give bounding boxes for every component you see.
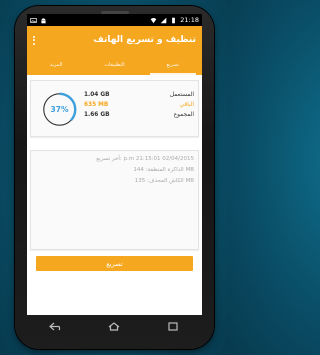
tab-bar: المزيد التطبيقات تسريع <box>27 54 202 75</box>
killed-memory-text: الكاش المحذف: 135 MB <box>134 178 194 184</box>
app-title: تنظيف و تسريع الهاتف <box>93 35 196 45</box>
tab-apps[interactable]: التطبيقات <box>85 54 143 75</box>
total-label: المجموع <box>173 112 194 118</box>
navigation-bar <box>27 316 202 336</box>
battery-icon <box>172 17 176 23</box>
signal-icon <box>160 17 167 23</box>
used-label: المستعمل <box>169 92 194 98</box>
stat-row-free: 635 MB الباقي <box>84 100 194 110</box>
tab-boost[interactable]: تسريع <box>144 54 202 75</box>
last-boost-text: أخر تسريع: p.m 21:15:01 02/04/2015 <box>96 156 194 162</box>
freed-memory-text: الذاكرة المنظفة: 144 MB <box>133 167 194 173</box>
back-icon[interactable] <box>49 322 63 331</box>
memory-percent: 37% <box>50 105 69 114</box>
total-value: 1.66 GB <box>84 112 110 118</box>
used-value: 1.04 GB <box>84 92 110 98</box>
status-time: 21:18 <box>180 16 199 24</box>
memory-stats: 1.04 GB المستعمل 635 MB الباقي 1.66 GB ا… <box>84 90 194 120</box>
phone-screen: 21:18 تنظيف و تسريع الهاتف المزيد التطبي… <box>27 14 202 315</box>
overflow-menu-icon[interactable] <box>33 35 35 45</box>
main-content: 37% 1.04 GB المستعمل 635 MB الباقي 1.66 … <box>27 80 202 271</box>
wifi-icon <box>150 17 157 23</box>
status-bar: 21:18 <box>27 14 202 26</box>
android-icon <box>41 17 46 23</box>
tab-more[interactable]: المزيد <box>27 54 85 75</box>
home-icon[interactable] <box>107 321 121 331</box>
free-value: 635 MB <box>84 102 109 108</box>
free-label: الباقي <box>179 102 195 108</box>
stat-row-used: 1.04 GB المستعمل <box>84 90 194 100</box>
recent-apps-icon[interactable] <box>166 321 180 331</box>
info-card: أخر تسريع: p.m 21:15:01 02/04/2015 الذاك… <box>30 150 199 250</box>
boost-button[interactable]: تسريع <box>36 256 193 271</box>
stat-row-total: 1.66 GB المجموع <box>84 110 194 120</box>
image-icon <box>30 17 37 23</box>
app-bar: تنظيف و تسريع الهاتف <box>27 26 202 54</box>
memory-card: 37% 1.04 GB المستعمل 635 MB الباقي 1.66 … <box>30 80 199 137</box>
